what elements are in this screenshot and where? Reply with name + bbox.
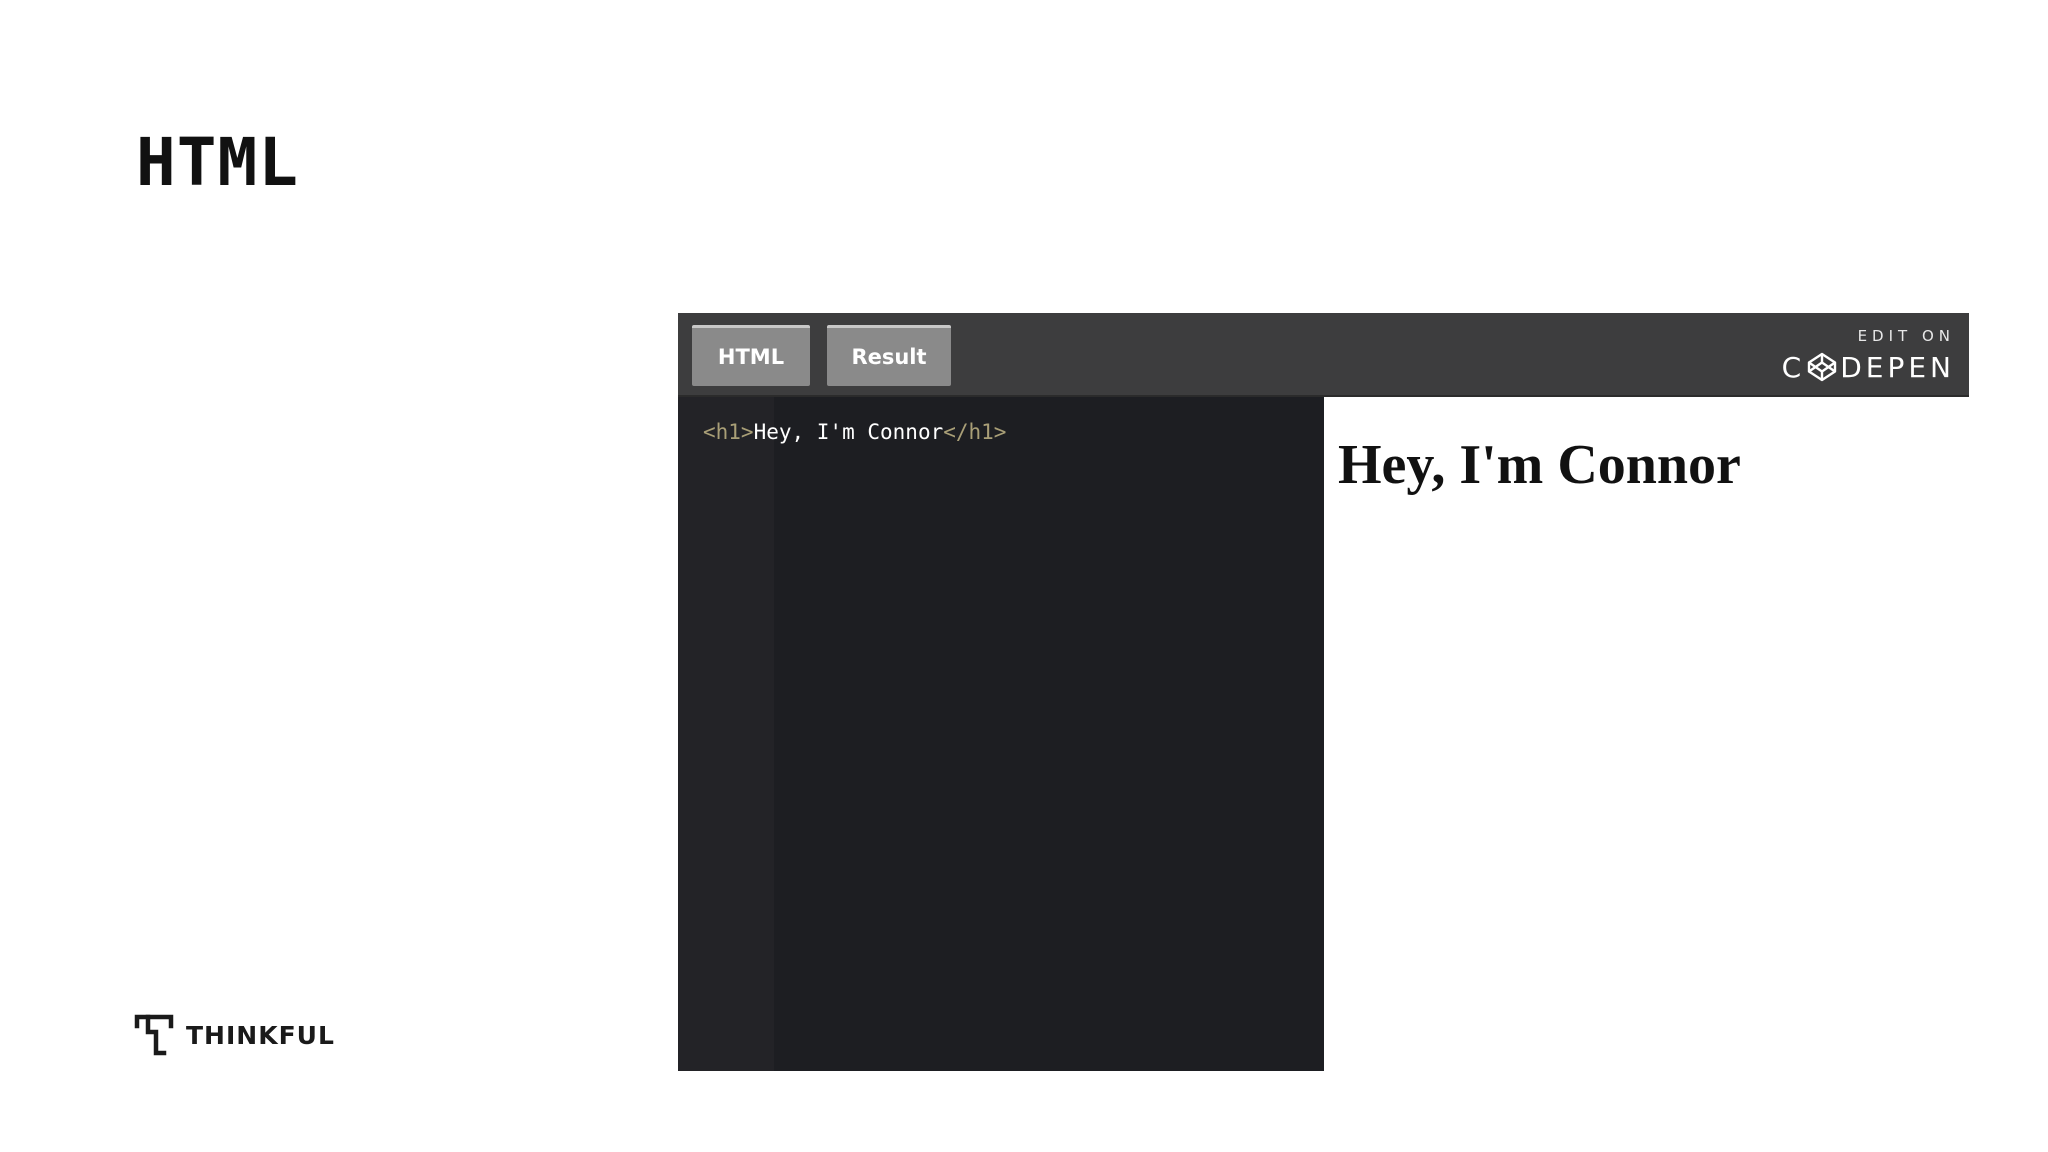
codepen-embed: HTML Result EDIT ON C DEPEN <h1>Hey, I'm…: [678, 313, 1969, 1071]
codepen-logo: C DEPEN: [1782, 349, 1955, 385]
result-preview: Hey, I'm Connor: [1324, 397, 1969, 1071]
codepen-cube-icon: [1808, 352, 1837, 382]
embed-header: HTML Result EDIT ON C DEPEN: [678, 313, 1969, 397]
edit-on-codepen-link[interactable]: EDIT ON C DEPEN: [1765, 327, 1955, 385]
code-text: Hey, I'm Connor: [753, 420, 944, 444]
code-open-tag: <h1>: [703, 420, 754, 444]
codepen-logo-right: DEPEN: [1840, 350, 1955, 384]
thinkful-brand: THINKFUL: [134, 1014, 335, 1056]
codepen-logo-left: C: [1781, 350, 1806, 384]
edit-on-label: EDIT ON: [1857, 327, 1955, 345]
html-code-editor[interactable]: <h1>Hey, I'm Connor</h1>: [678, 397, 1324, 1071]
slide-title: HTML: [136, 124, 299, 201]
tab-html[interactable]: HTML: [692, 325, 810, 386]
tab-result[interactable]: Result: [827, 325, 951, 386]
thinkful-logo-icon: [134, 1014, 174, 1056]
editor-gutter: [678, 397, 774, 1071]
result-heading: Hey, I'm Connor: [1338, 434, 1741, 496]
code-line: <h1>Hey, I'm Connor</h1>: [703, 417, 1006, 447]
code-close-tag: </h1>: [943, 420, 1007, 444]
brand-name: THINKFUL: [186, 1020, 335, 1050]
